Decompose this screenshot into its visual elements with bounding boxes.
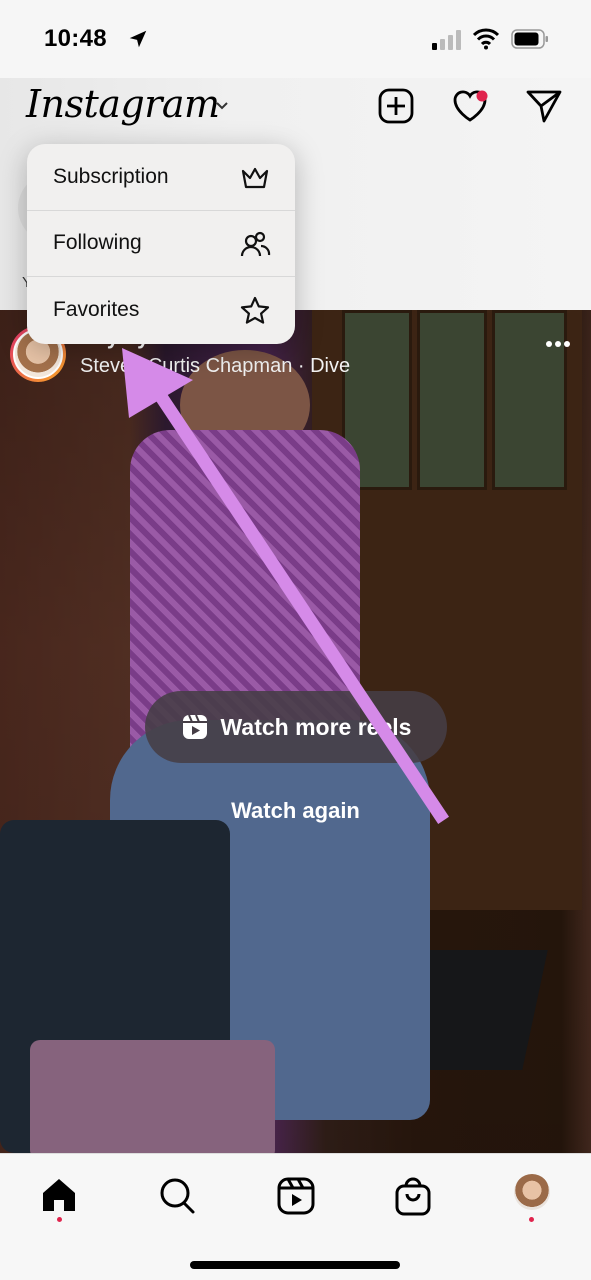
paper-plane-icon[interactable] [524, 86, 564, 126]
profile-avatar[interactable] [514, 1174, 550, 1210]
home-notification-dot [57, 1217, 62, 1222]
menu-label: Following [53, 231, 142, 255]
feed-menu: Subscription Following Favorites [27, 144, 295, 344]
status-time: 10:48 [44, 25, 107, 52]
battery-icon [511, 29, 548, 49]
instagram-logo[interactable]: Instagram [26, 82, 220, 126]
search-icon[interactable] [155, 1174, 199, 1218]
people-icon [240, 231, 271, 256]
notification-badge [476, 90, 488, 102]
wifi-icon [473, 28, 499, 50]
watch-more-label: Watch more reels [220, 713, 412, 740]
reels-icon[interactable] [274, 1174, 318, 1218]
reel-post[interactable]: fiftystyleblessed Steven Curtis Chapman … [0, 310, 591, 1153]
status-bar: 10:48 [0, 0, 591, 78]
profile-notification-dot [529, 1217, 534, 1222]
reels-icon [182, 714, 207, 739]
plus-square-icon[interactable] [376, 86, 416, 126]
background-tote-bag [30, 1040, 275, 1153]
chevron-down-icon[interactable] [214, 100, 230, 112]
home-indicator[interactable] [190, 1261, 400, 1269]
menu-item-following[interactable]: Following [27, 211, 295, 278]
post-audio-attribution[interactable]: Steven Curtis Chapman · Dive [80, 355, 350, 378]
watch-again-button[interactable]: Watch again [0, 798, 591, 824]
heart-icon[interactable] [450, 86, 490, 126]
menu-label: Subscription [53, 164, 169, 188]
shopping-bag-icon[interactable] [391, 1174, 435, 1218]
cellular-signal-icon [432, 30, 461, 50]
crown-icon [241, 167, 269, 189]
watch-more-reels-button[interactable]: Watch more reels [145, 691, 447, 763]
menu-label: Favorites [53, 298, 140, 322]
star-icon [240, 297, 270, 324]
more-horizontal-icon[interactable] [545, 338, 571, 350]
menu-item-favorites[interactable]: Favorites [27, 277, 295, 344]
menu-item-subscription[interactable]: Subscription [27, 144, 295, 211]
home-icon[interactable] [37, 1174, 81, 1218]
location-arrow-icon [129, 30, 147, 48]
